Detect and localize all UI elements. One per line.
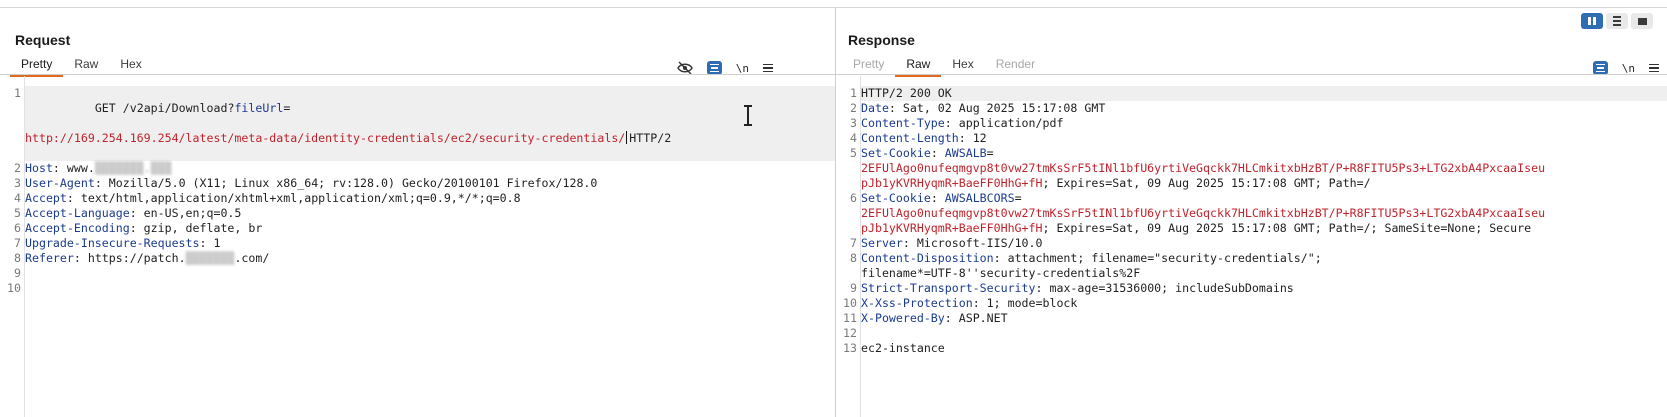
response-tab-hex[interactable]: Hex [941,55,984,75]
request-line: 7 Upgrade-Insecure-Requests: 1 [14,236,221,250]
response-tab-render[interactable]: Render [985,55,1046,75]
request-line: 5 Accept-Language: en-US,en;q=0.5 [14,206,242,220]
request-line: 9 [14,266,21,280]
response-tabs: Pretty Raw Hex Render [842,55,1046,77]
request-path: /v2api/Download? [122,101,235,115]
response-line: 6 Set-Cookie: AWSALBCORS= 2EFUlAgo0nufeqm… [850,191,1546,235]
request-line: 10 [7,281,21,295]
ibeam-cursor-icon [741,104,755,126]
request-title: Request [15,32,71,48]
request-tab-hex[interactable]: Hex [109,55,152,75]
request-editor[interactable]: 1 GET /v2api/Download?fileUrl= http://16… [0,76,835,417]
request-param-url: http://169.254.169.254/latest/meta-data/… [25,131,626,145]
response-line: 5 Set-Cookie: AWSALB= 2EFUlAgo0nufeqmgvp8… [850,146,1546,190]
response-panel: Response Pretty Raw Hex Render \n 1 HTTP… [836,8,1667,417]
request-line: 4 Accept: text/html,application/xhtml+xm… [14,191,521,205]
response-tab-divider [836,74,1667,75]
response-line: 4 Content-Length: 12 [850,131,987,145]
response-line: 13 ec2-instance [836,341,1667,356]
request-tabs: Pretty Raw Hex [10,55,153,77]
request-protocol: HTTP/2 [629,131,672,145]
response-line: 3 Content-Type: application/pdf [850,116,1064,130]
response-line: 7 Server: Microsoft-IIS/10.0 [850,236,1043,250]
response-line: 2 Date: Sat, 02 Aug 2025 15:17:08 GMT [850,101,1106,115]
request-tab-pretty[interactable]: Pretty [10,55,64,77]
request-method: GET [94,101,116,115]
response-tab-pretty[interactable]: Pretty [842,55,895,75]
request-param-key: fileUrl [234,101,284,115]
redacted-referer: ▒▒▒▒▒▒▒ [185,251,235,265]
response-line: 1 HTTP/2 200 OK [836,86,1667,101]
request-line: 8 Referer: https://patch.▒▒▒▒▒▒▒.com/ [14,251,270,265]
response-line: 9 Strict-Transport-Security: max-age=315… [850,281,1294,295]
response-editor[interactable]: 1 HTTP/2 200 OK 2 Date: Sat, 02 Aug 2025… [836,76,1667,417]
redacted-host: ▒▒▒▒▒▒▒.▒▒▒ [94,161,172,175]
response-status-line: HTTP/2 200 OK [861,86,1667,101]
text-caret [626,131,628,144]
response-line: 10 X-Xss-Protection: 1; mode=block [843,296,1078,310]
request-tab-raw[interactable]: Raw [63,55,109,75]
response-line: 8 Content-Disposition: attachment; filen… [850,251,1322,280]
response-title: Response [848,32,915,48]
response-tab-raw[interactable]: Raw [895,55,942,77]
request-line: 2 Host: www.▒▒▒▒▒▒▒.▒▒▒ [14,161,172,175]
request-tab-divider [0,74,835,75]
request-line: 1 GET /v2api/Download?fileUrl= http://16… [0,86,835,161]
request-line: 6 Accept-Encoding: gzip, deflate, br [14,221,263,235]
request-panel: Request Pretty Raw Hex \n 1 GET /v2api/D… [0,8,835,417]
request-line: 3 User-Agent: Mozilla/5.0 (X11; Linux x8… [14,176,598,190]
response-line: 11 X-Powered-By: ASP.NET [843,311,1008,325]
response-body: ec2-instance [861,341,945,355]
response-line: 12 [843,326,857,340]
